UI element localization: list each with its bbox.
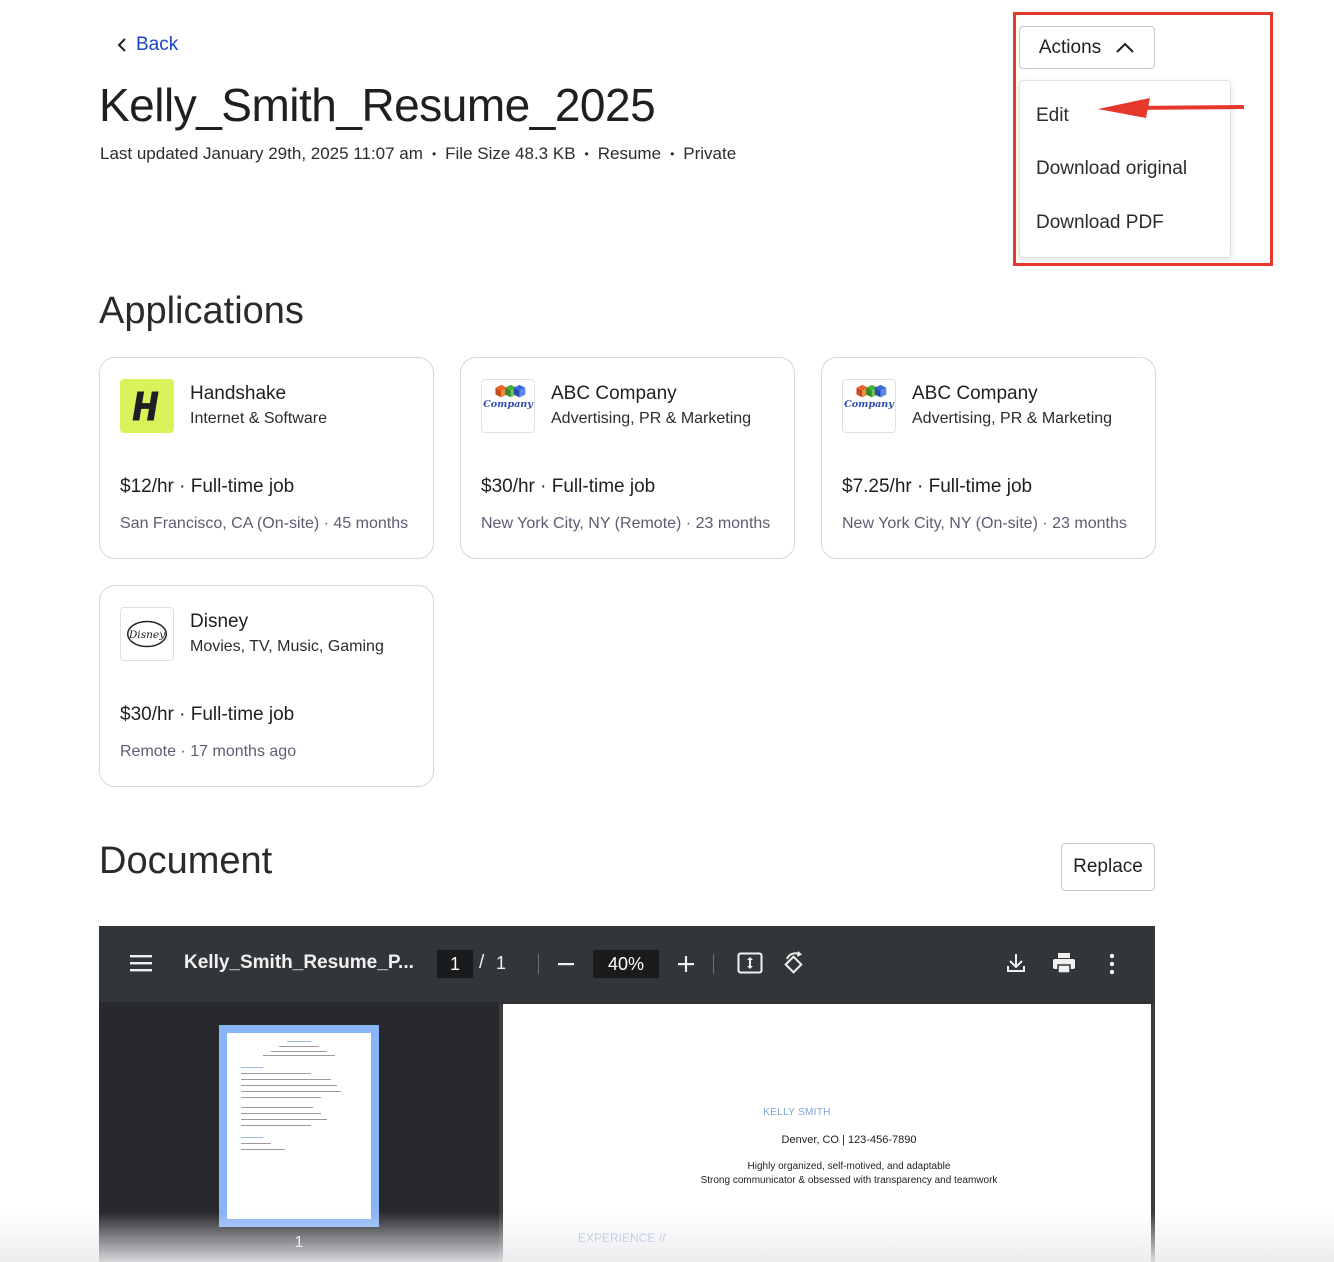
pdf-page: KELLY SMITH Denver, CO | 123-456-7890 Hi… xyxy=(503,1004,1151,1262)
page-total: 1 xyxy=(496,953,507,973)
application-card[interactable]: Disney Disney Movies, TV, Music, Gaming … xyxy=(99,585,434,787)
job-location: New York City, NY (On-site) · 23 months xyxy=(842,515,1127,532)
resume-section-heading: EXPERIENCE // xyxy=(578,1231,666,1245)
last-updated: Last updated January 29th, 2025 11:07 am xyxy=(100,144,423,163)
page-separator: / xyxy=(479,952,485,973)
menu-item-download-original[interactable]: Download original xyxy=(1036,158,1187,180)
separator: • xyxy=(584,147,589,161)
document-type: Resume xyxy=(597,144,662,163)
disney-logo: Disney xyxy=(120,607,174,661)
thumbnail-page-number: 1 xyxy=(294,1234,304,1251)
file-metadata: Last updated January 29th, 2025 11:07 am… xyxy=(100,144,736,164)
company-name: Disney xyxy=(190,611,249,632)
company-industry: Internet & Software xyxy=(190,410,327,427)
thumbnail-sidebar: 1 xyxy=(99,1002,499,1262)
file-size: File Size 48.3 KB xyxy=(445,144,576,163)
zoom-input[interactable]: 40% xyxy=(593,950,659,978)
handshake-logo xyxy=(120,379,174,433)
abc-company-logo: Company xyxy=(842,379,896,433)
job-location: Remote · 17 months ago xyxy=(120,743,297,760)
menu-icon[interactable] xyxy=(129,952,153,974)
resume-summary-line: Highly organized, self-motived, and adap… xyxy=(747,1161,951,1172)
separator: • xyxy=(670,147,675,161)
pdf-toolbar: Kelly_Smith_Resume_P... 1 / 1 40% xyxy=(99,926,1155,1002)
company-industry: Advertising, PR & Marketing xyxy=(912,410,1113,427)
menu-item-download-pdf[interactable]: Download PDF xyxy=(1036,212,1164,234)
application-card[interactable]: Company ABC Company Advertising, PR & Ma… xyxy=(821,357,1156,559)
zoom-in-icon[interactable] xyxy=(677,954,695,974)
svg-text:Company: Company xyxy=(483,399,534,410)
download-icon[interactable] xyxy=(1005,952,1027,974)
abc-company-logo: Company xyxy=(481,379,535,433)
resume-contact: Denver, CO | 123-456-7890 xyxy=(781,1134,917,1146)
page-number-input[interactable]: 1 xyxy=(437,950,473,978)
resume-summary-line: Strong communicator & obsessed with tran… xyxy=(700,1175,998,1186)
svg-text:Company: Company xyxy=(844,399,895,410)
print-icon[interactable] xyxy=(1052,951,1076,975)
back-link[interactable]: Back xyxy=(116,34,178,56)
zoom-out-icon[interactable] xyxy=(557,954,575,974)
page-title: Kelly_Smith_Resume_2025 xyxy=(99,79,656,131)
thumbnail-page xyxy=(227,1033,371,1219)
actions-menu: Edit Download original Download PDF xyxy=(1019,80,1231,258)
chevron-up-icon xyxy=(1116,42,1134,53)
pdf-filename: Kelly_Smith_Resume_P... xyxy=(184,952,414,973)
replace-button[interactable]: Replace xyxy=(1061,843,1155,891)
chevron-left-icon xyxy=(117,38,126,52)
job-pay: $7.25/hr · Full-time job xyxy=(842,476,1033,497)
resume-name: KELLY SMITH xyxy=(763,1107,831,1118)
job-location: San Francisco, CA (On-site) · 45 months xyxy=(120,515,409,532)
actions-button[interactable]: Actions xyxy=(1019,26,1155,69)
company-name: ABC Company xyxy=(551,383,677,404)
menu-item-edit[interactable]: Edit xyxy=(1036,105,1069,127)
back-label: Back xyxy=(136,34,179,55)
company-name: Handshake xyxy=(190,383,287,404)
company-industry: Advertising, PR & Marketing xyxy=(551,410,752,427)
job-pay: $30/hr · Full-time job xyxy=(120,704,295,725)
job-pay: $12/hr · Full-time job xyxy=(120,476,295,497)
job-location: New York City, NY (Remote) · 23 months xyxy=(481,515,771,532)
toolbar-divider xyxy=(538,954,539,974)
more-vertical-icon[interactable] xyxy=(1104,952,1120,976)
company-industry: Movies, TV, Music, Gaming xyxy=(190,638,384,655)
rotate-icon[interactable] xyxy=(781,951,807,977)
svg-text:Disney: Disney xyxy=(128,629,166,641)
actions-label: Actions xyxy=(1038,36,1102,58)
job-pay: $30/hr · Full-time job xyxy=(481,476,656,497)
company-name: ABC Company xyxy=(912,383,1038,404)
page-thumbnail[interactable] xyxy=(219,1025,379,1227)
applications-heading: Applications xyxy=(99,290,304,332)
pdf-viewer: Kelly_Smith_Resume_P... 1 / 1 40% 1 KELL… xyxy=(99,926,1155,1262)
document-heading: Document xyxy=(99,840,273,882)
application-card[interactable]: Company ABC Company Advertising, PR & Ma… xyxy=(460,357,795,559)
separator: • xyxy=(431,147,437,161)
application-card[interactable]: Handshake Internet & Software $12/hr · F… xyxy=(99,357,434,559)
visibility: Private xyxy=(683,144,737,163)
toolbar-divider xyxy=(713,954,714,974)
fit-page-icon[interactable] xyxy=(737,952,763,974)
